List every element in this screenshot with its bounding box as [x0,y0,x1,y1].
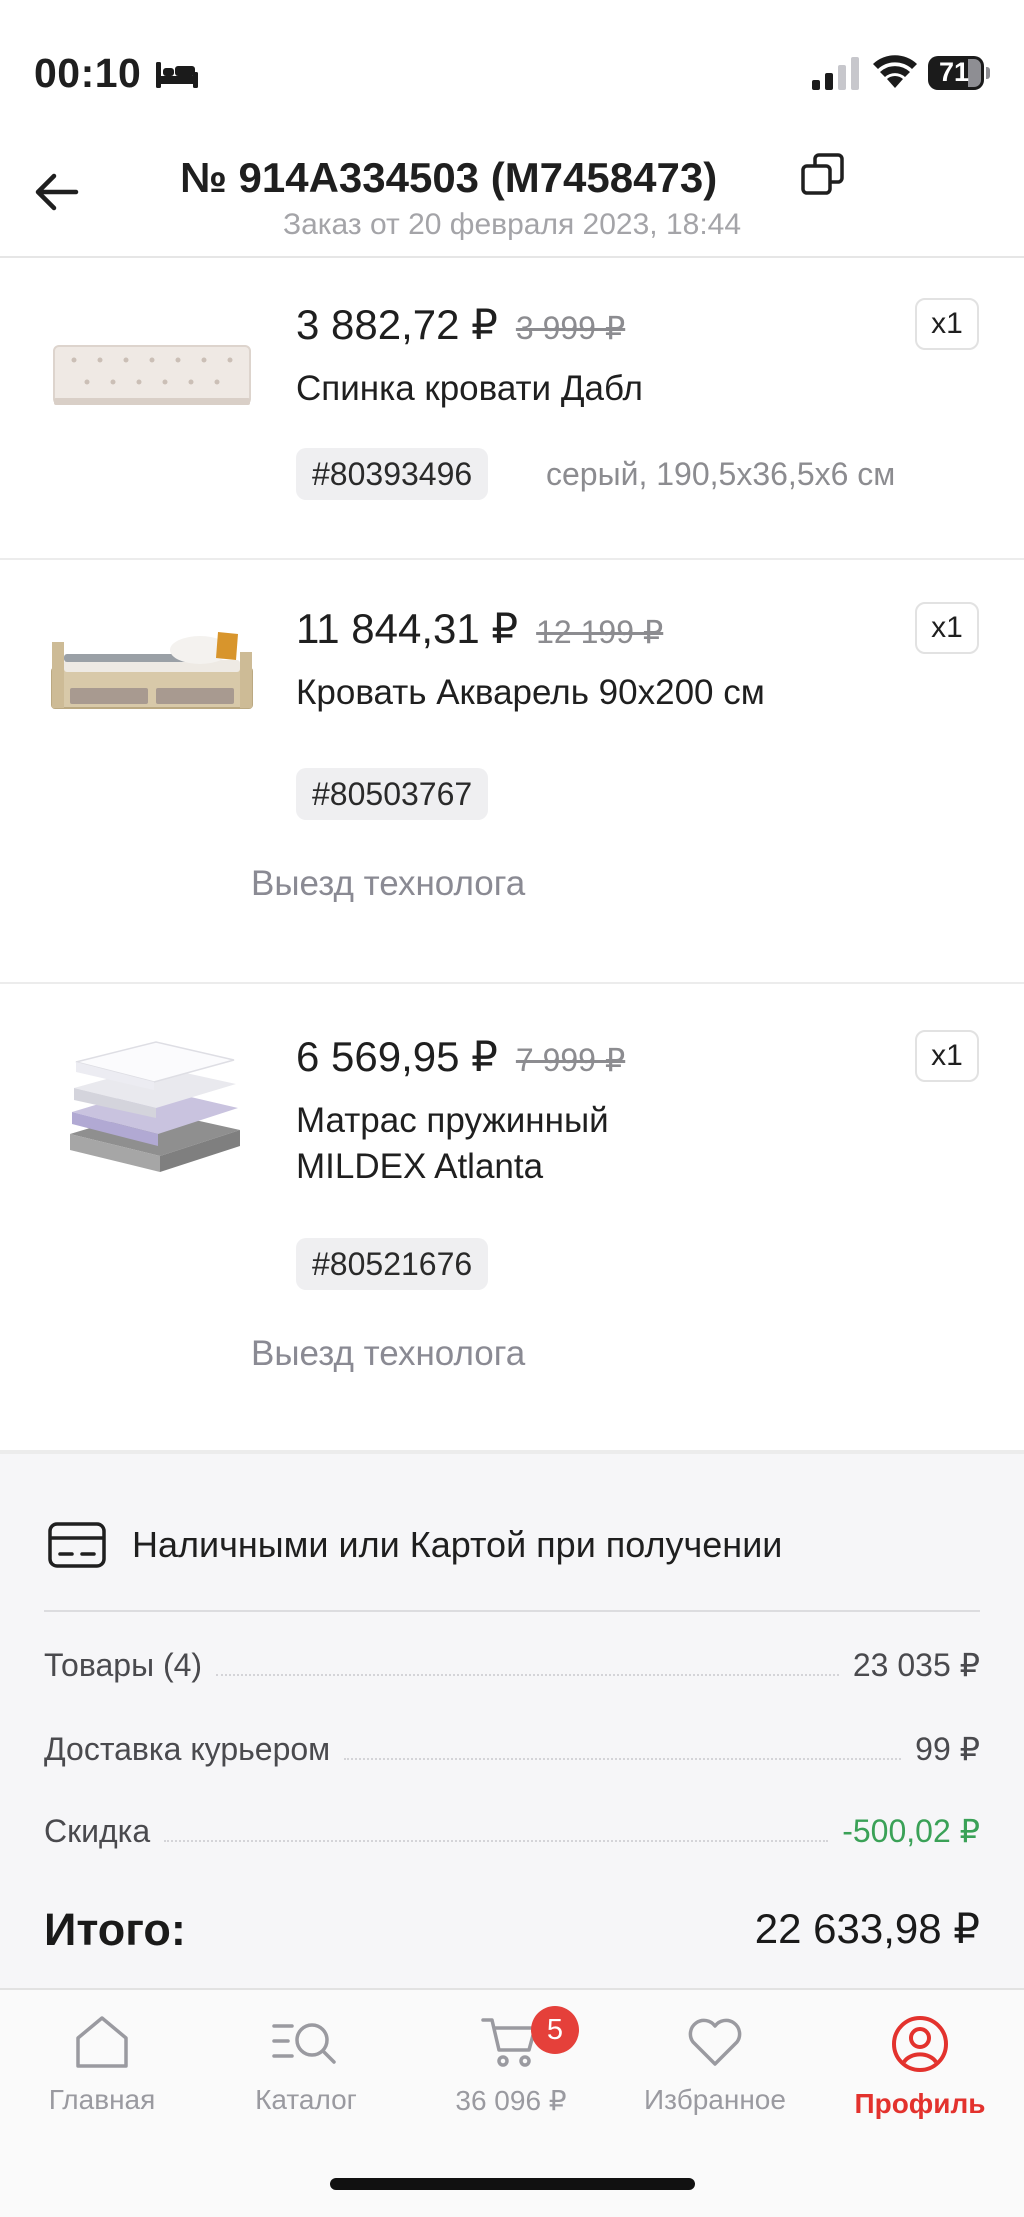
dotted-leader [216,1674,839,1676]
tab-profile-label: Профиль [854,2088,986,2119]
total-value: 22 633,98 ₽ [754,1905,980,1952]
credit-card-icon [48,1522,106,1568]
tab-cart[interactable]: 5 36 096 ₽ [411,2006,611,2154]
discount-label: Скидка [44,1813,151,1849]
total-label: Итого: [44,1904,186,1955]
home-icon [76,2016,128,2068]
goods-value: 23 035 ₽ [852,1647,980,1683]
item-price: 11 844,31 ₽ 12 199 ₽ [296,604,663,653]
product-sku: #80521676 [296,1238,489,1290]
status-bar: 00:10 71 [0,0,1024,140]
current-price: 11 844,31 ₽ [296,605,519,652]
discount-value: -500,02 ₽ [842,1813,980,1849]
current-price: 6 569,95 ₽ [296,1033,498,1080]
delivery-value: 99 ₽ [915,1731,980,1767]
headboard-product-image [53,345,251,405]
payment-method-row: Наличными или Картой при получении [44,1522,980,1612]
order-header: № 914A334503 (M7458473) Заказ от 20 февр… [0,140,1024,258]
order-item[interactable]: 3 882,72 ₽ 3 999 ₽ x1 Спинка кровати Дабл… [0,258,1024,560]
wifi-icon [873,55,917,88]
summary-line-goods: Товары (4) 23 035 ₽ [44,1640,980,1684]
order-item[interactable]: 11 844,31 ₽ 12 199 ₽ x1 Кровать Акварель … [0,560,1024,984]
goods-label: Товары (4) [44,1647,203,1683]
product-name[interactable]: Кровать Акварель 90х200 см [296,670,896,716]
quantity-badge: x1 [915,298,979,350]
dotted-leader [344,1758,902,1760]
tab-favorites-label: Избранное [644,2084,786,2115]
cart-count-badge: 5 [531,2006,579,2054]
home-indicator [330,2178,695,2190]
order-item[interactable]: 6 569,95 ₽ 7 999 ₽ x1 Матрас пружинный MI… [0,984,1024,1452]
product-sku: #80393496 [296,448,489,500]
battery-indicator: 71 [928,56,990,90]
status-time: 00:10 [34,50,142,96]
item-price: 3 882,72 ₽ 3 999 ₽ [296,300,625,349]
mattress-product-image [70,1041,240,1172]
sleep-mode-icon [156,62,198,88]
tab-cart-label: 36 096 ₽ [455,2085,567,2116]
total-row: Итого: 22 633,98 ₽ [44,1904,980,1956]
service-technologist-visit: Выезд технолога [251,1334,526,1373]
bed-product-image [51,632,253,709]
tab-home-label: Главная [48,2084,156,2115]
payment-method-text: Наличными или Картой при получении [132,1524,783,1565]
copy-icon[interactable] [800,152,846,198]
tab-catalog-label: Каталог [255,2084,357,2115]
product-sku: #80503767 [296,768,489,820]
product-name[interactable]: Спинка кровати Дабл [296,366,896,412]
cellular-signal-icon [812,57,859,90]
delivery-label: Доставка курьером [44,1731,331,1767]
order-summary: Наличными или Картой при получении Товар… [0,1452,1024,1988]
profile-icon [892,2016,948,2072]
old-price: 12 199 ₽ [536,614,664,650]
current-price: 3 882,72 ₽ [296,301,498,348]
product-attributes: серый, 190,5х36,5х6 см [546,456,896,492]
service-technologist-visit: Выезд технолога [251,864,526,903]
order-number-title: № 914A334503 (M7458473) [180,154,718,201]
heart-icon [688,2018,742,2066]
tab-home[interactable]: Главная [2,2014,202,2154]
dotted-leader [164,1840,829,1842]
summary-line-discount: Скидка -500,02 ₽ [44,1806,980,1850]
summary-line-delivery: Доставка курьером 99 ₽ [44,1724,980,1768]
battery-level: 71 [938,57,970,87]
tab-favorites[interactable]: Избранное [615,2014,815,2154]
quantity-badge: x1 [915,602,979,654]
item-price: 6 569,95 ₽ 7 999 ₽ [296,1032,625,1081]
old-price: 7 999 ₽ [515,1042,626,1078]
tab-catalog[interactable]: Каталог [206,2014,406,2154]
tab-profile[interactable]: Профиль [820,2014,1020,2154]
old-price: 3 999 ₽ [515,310,626,346]
quantity-badge: x1 [915,1030,979,1082]
product-name[interactable]: Матрас пружинный MILDEX Atlanta [296,1098,716,1190]
order-date-subtitle: Заказ от 20 февраля 2023, 18:44 [282,208,742,241]
catalog-search-icon [272,2023,336,2064]
